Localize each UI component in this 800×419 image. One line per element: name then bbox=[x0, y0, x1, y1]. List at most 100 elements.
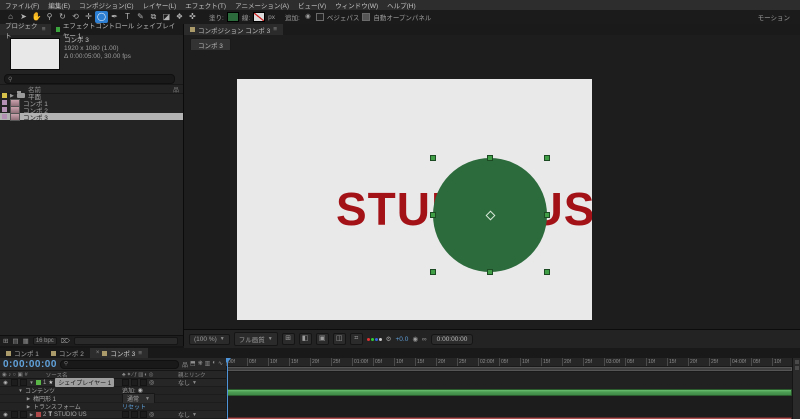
layer-bar-shape[interactable] bbox=[227, 389, 792, 396]
menu-item[interactable]: エフェクト(T) bbox=[185, 0, 226, 10]
channels-icon[interactable] bbox=[366, 337, 382, 341]
motion-blur-icon[interactable]: ◐ bbox=[212, 360, 216, 369]
menu-item[interactable]: アニメーション(A) bbox=[235, 0, 289, 10]
work-area-bar[interactable] bbox=[226, 366, 793, 372]
selection-handle-sw[interactable] bbox=[430, 269, 436, 275]
ruler-tick-label: 20f bbox=[688, 358, 709, 366]
camera-wireframe-icon[interactable]: ⌗ bbox=[349, 333, 363, 345]
layer-name[interactable]: STUDIO US bbox=[54, 412, 87, 418]
expander-icon[interactable]: ▼ bbox=[18, 388, 23, 393]
label-color-swatch[interactable] bbox=[2, 93, 7, 98]
project-row-comp3[interactable]: コンポ 3 bbox=[0, 112, 183, 122]
new-folder-icon[interactable]: ▤ bbox=[12, 337, 18, 345]
selection-handle-s[interactable] bbox=[487, 269, 493, 275]
current-timecode[interactable]: 0:00:00:00 bbox=[3, 359, 57, 370]
stroke-color-swatch[interactable] bbox=[253, 12, 266, 22]
parent-dropdown[interactable]: なし ▼ bbox=[178, 378, 197, 388]
trash-icon[interactable]: ⌦ bbox=[61, 337, 70, 345]
menu-item[interactable]: ヘルプ(H) bbox=[387, 0, 416, 10]
workspace-label[interactable]: モーション bbox=[758, 12, 796, 22]
layer-switches[interactable]: ◎ bbox=[122, 411, 154, 418]
comp-tab-icon bbox=[102, 350, 108, 356]
timeline-tab-comp2[interactable]: コンポ 2 bbox=[45, 348, 90, 358]
grid-guides-icon[interactable]: ⊞ bbox=[281, 333, 295, 345]
project-panel-footer: ⊞ ▤ ▦ 16 bpc ⌦ bbox=[0, 335, 183, 346]
selection-handle-e[interactable] bbox=[544, 212, 550, 218]
layer-switches[interactable]: ◎ bbox=[122, 379, 154, 386]
draft-3d-icon[interactable]: ⬒ bbox=[190, 360, 196, 369]
menu-item[interactable]: レイヤー(L) bbox=[143, 0, 177, 10]
expander-icon[interactable]: ▶ bbox=[26, 404, 31, 410]
expander-icon[interactable]: ▼ bbox=[29, 380, 34, 385]
snapshot-icon[interactable]: ◉ bbox=[412, 335, 418, 343]
expander-icon[interactable]: ▶ bbox=[26, 396, 31, 402]
mini-flowchart-icon[interactable]: 品 bbox=[182, 360, 188, 369]
playhead-line[interactable] bbox=[227, 358, 228, 419]
menu-item[interactable]: ビュー(V) bbox=[298, 0, 326, 10]
ruler-tick-label: 01:00f bbox=[352, 358, 373, 366]
fast-previews-icon[interactable]: ⚙ bbox=[386, 335, 392, 343]
label-color-swatch[interactable] bbox=[2, 114, 7, 119]
interpret-footage-icon[interactable]: ⊞ bbox=[3, 337, 8, 345]
layer-name[interactable]: シェイプレイヤー 1 bbox=[55, 378, 115, 387]
project-item-thumbnail bbox=[10, 38, 60, 70]
graph-editor-icon[interactable]: ∿ bbox=[218, 360, 223, 369]
ruler-tick-label: 03:00f bbox=[604, 358, 625, 366]
timeline-tab-comp1[interactable]: コンポ 1 bbox=[0, 348, 45, 358]
timeline-tab-comp3[interactable]: × コンポ 3 ≡ bbox=[89, 348, 149, 358]
selection-handle-ne[interactable] bbox=[544, 155, 550, 161]
selection-handle-w[interactable] bbox=[430, 212, 436, 218]
frame-blending-icon[interactable]: ▥ bbox=[205, 360, 211, 369]
add-shape-icon[interactable]: ◉ bbox=[303, 11, 313, 23]
puppet-pin-tool-icon[interactable]: ✜ bbox=[186, 11, 199, 23]
tab-composition[interactable]: コンポジション コンポ 3 ≡ bbox=[184, 24, 284, 35]
composition-viewer[interactable]: STUDIO US bbox=[184, 50, 800, 330]
region-of-interest-icon[interactable]: ▣ bbox=[315, 333, 329, 345]
selection-handle-se[interactable] bbox=[544, 269, 550, 275]
project-search-input[interactable]: ⚲ bbox=[4, 74, 175, 84]
tab-effect-controls[interactable]: エフェクトコントロール シェイプレイヤー 1 bbox=[51, 23, 184, 40]
expander-icon[interactable]: ▶ bbox=[29, 412, 34, 418]
reset-link[interactable]: リセット bbox=[122, 402, 146, 411]
menu-item[interactable]: コンポジション(C) bbox=[79, 0, 134, 10]
label-color-swatch[interactable] bbox=[2, 107, 7, 112]
exposure-value[interactable]: +0.0 bbox=[396, 336, 409, 343]
show-snapshot-icon[interactable]: ∞ bbox=[422, 336, 427, 343]
magnification-dropdown[interactable]: (100 %) ▼ bbox=[189, 333, 230, 345]
zoom-tool-icon[interactable]: ⚲ bbox=[43, 11, 56, 23]
label-color-swatch[interactable] bbox=[36, 412, 41, 417]
audio-toggle[interactable] bbox=[11, 411, 18, 418]
menu-item[interactable]: ウィンドウ(W) bbox=[335, 0, 378, 10]
solo-toggle[interactable] bbox=[20, 411, 27, 418]
project-panel: プロジェクト ≡ エフェクトコントロール シェイプレイヤー 1 コンポ 3 19… bbox=[0, 23, 184, 346]
panel-menu-icon[interactable]: ≡ bbox=[138, 350, 142, 357]
menu-item[interactable]: 編集(E) bbox=[48, 0, 70, 10]
hide-shy-icon[interactable]: ❋ bbox=[198, 360, 203, 369]
preview-timecode[interactable]: 0:00:00:00 bbox=[430, 333, 474, 345]
close-icon[interactable]: × bbox=[96, 350, 100, 356]
transparency-grid-icon[interactable]: ◫ bbox=[332, 333, 346, 345]
panel-menu-icon[interactable]: ≡ bbox=[42, 26, 46, 33]
composition-canvas[interactable]: STUDIO US bbox=[237, 79, 592, 320]
timeline-search-input[interactable]: ⚲ bbox=[59, 359, 179, 369]
eye-icon[interactable]: ◉ bbox=[2, 380, 9, 386]
selection-handle-n[interactable] bbox=[487, 155, 493, 161]
project-item-duration: Δ 0:00:05:00, 30.00 fps bbox=[64, 53, 131, 60]
timeline-graph-area[interactable]: 00f 05f 10f 15f 20f 25f 01:00f 05f 10f 15f 20f 25f 0… bbox=[226, 358, 800, 419]
label-color-swatch[interactable] bbox=[2, 100, 7, 105]
bezier-path-checkbox[interactable] bbox=[315, 13, 324, 21]
eye-icon[interactable]: ◉ bbox=[2, 412, 9, 418]
mask-visibility-icon[interactable]: ◧ bbox=[298, 333, 312, 345]
fill-color-swatch[interactable] bbox=[226, 12, 239, 22]
auto-open-checkbox[interactable] bbox=[362, 13, 371, 21]
selection-handle-nw[interactable] bbox=[430, 155, 436, 161]
new-composition-icon[interactable]: ▦ bbox=[23, 337, 29, 345]
resolution-dropdown[interactable]: フル画質 ▼ bbox=[233, 332, 278, 346]
menu-item[interactable]: ファイル(F) bbox=[5, 0, 39, 10]
tab-project[interactable]: プロジェクト ≡ bbox=[0, 23, 51, 40]
bit-depth-button[interactable]: 16 bpc bbox=[32, 337, 57, 345]
label-color-swatch[interactable] bbox=[36, 380, 41, 385]
panel-menu-icon[interactable]: ≡ bbox=[273, 26, 277, 33]
solo-toggle[interactable] bbox=[20, 379, 27, 386]
audio-toggle[interactable] bbox=[11, 379, 18, 386]
